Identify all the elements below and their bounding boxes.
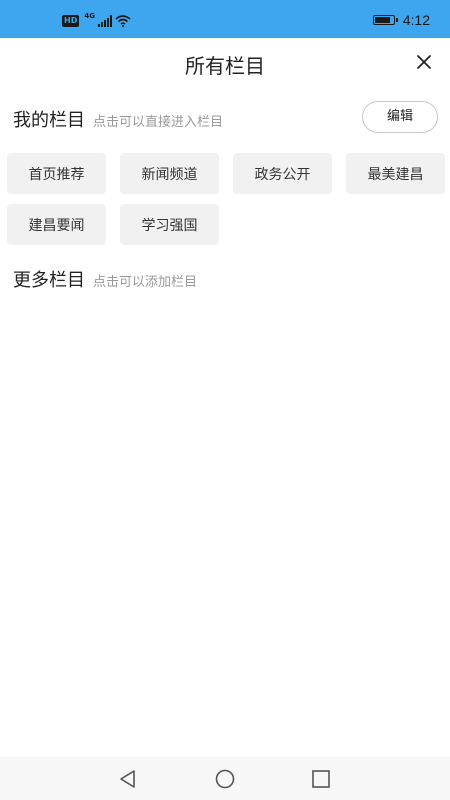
screen: HD 4G 4:12 所有栏目 我的栏目 点击可以直接进入栏目 编辑 首页推荐 … <box>0 0 450 800</box>
back-button[interactable] <box>116 767 140 791</box>
home-button[interactable] <box>213 767 237 791</box>
more-channels-header: 更多栏目 点击可以添加栏目 <box>13 266 438 292</box>
status-right-group: 4:12 <box>372 12 430 28</box>
hd-badge: HD <box>62 15 80 27</box>
battery-icon <box>372 15 398 25</box>
page-title: 所有栏目 <box>185 54 265 78</box>
channel-chip[interactable]: 学习强国 <box>120 204 219 245</box>
more-channels-hint: 点击可以添加栏目 <box>93 275 198 290</box>
my-channels-title: 我的栏目 <box>13 110 85 131</box>
my-channels-grid: 首页推荐 新闻频道 政务公开 最美建昌 建昌要闻 学习强国 <box>7 153 445 245</box>
status-left-group: HD 4G <box>62 13 131 27</box>
home-icon <box>215 769 235 789</box>
status-bar: HD 4G 4:12 <box>0 0 450 38</box>
channel-chip[interactable]: 建昌要闻 <box>7 204 106 245</box>
wifi-icon <box>115 15 131 27</box>
channel-chip[interactable]: 首页推荐 <box>7 153 106 194</box>
more-channels-title: 更多栏目 <box>13 270 85 291</box>
recents-button[interactable] <box>309 767 333 791</box>
my-channels-hint: 点击可以直接进入栏目 <box>93 115 224 130</box>
signal-icon <box>97 15 112 27</box>
system-nav-bar <box>0 757 450 800</box>
edit-button[interactable]: 编辑 <box>362 101 438 133</box>
status-time: 4:12 <box>402 12 430 28</box>
close-icon <box>417 55 431 69</box>
back-icon <box>120 770 135 788</box>
channel-chip[interactable]: 新闻频道 <box>120 153 219 194</box>
close-button[interactable] <box>412 50 436 74</box>
network-type-label: 4G <box>84 12 95 20</box>
battery-level-fill <box>374 17 391 23</box>
channel-chip[interactable]: 最美建昌 <box>346 153 445 194</box>
channel-chip[interactable]: 政务公开 <box>233 153 332 194</box>
header: 所有栏目 <box>0 38 450 88</box>
recents-icon <box>312 770 330 788</box>
